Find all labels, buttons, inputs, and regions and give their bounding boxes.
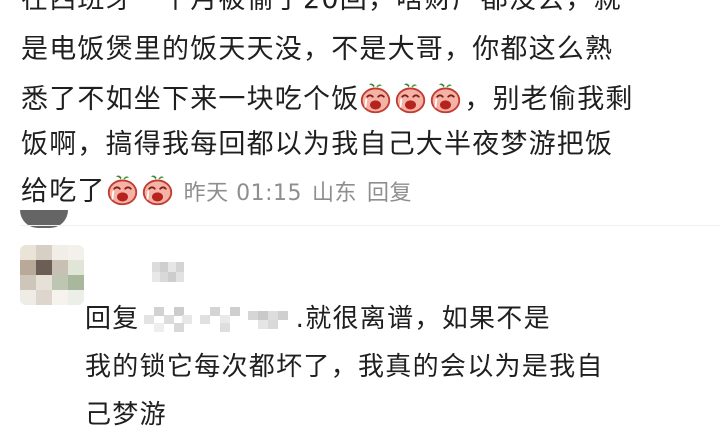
comment-meta: 昨天 01:15 山东 回复: [184, 181, 412, 206]
comment-location: 山东: [312, 181, 358, 206]
reply-prefix: 回复: [85, 304, 140, 334]
mention-redacted[interactable]: [143, 307, 192, 333]
comment-line-5: 给吃了 昨天 01:15 山东 回复: [21, 172, 412, 214]
comment-line-4: 饭啊，搞得我每回都以为我自己大半夜梦游把饭: [21, 129, 614, 160]
reply-separator: .: [295, 304, 306, 334]
reply-line-2: 我的锁它每次都坏了，我真的会以为是我自: [85, 352, 604, 382]
crying-face-icon: [359, 82, 392, 115]
comment-line-1: 在西班牙一个月被偷了20回，啥财产都没丢，就: [21, 0, 622, 20]
reply-line-1: 回复 .就很离谱，如果不是: [85, 299, 551, 339]
comment-line-3-tail: ，别老偷我剩: [464, 84, 634, 115]
divider: [20, 225, 720, 226]
crying-face-icon: [394, 82, 427, 115]
crying-face-icon: [141, 174, 174, 207]
comment-line-5-text: 给吃了: [21, 176, 106, 207]
username-redacted[interactable]: [152, 262, 184, 282]
reply-button[interactable]: 回复: [367, 181, 412, 206]
comment-line-3-text: 悉了不如坐下来一块吃个饭: [21, 84, 360, 115]
reply-line-3: 己梦游: [85, 400, 167, 430]
comment-time: 昨天 01:15: [183, 181, 303, 206]
reply-text-1: 就很离谱，如果不是: [305, 304, 551, 334]
mention-redacted[interactable]: [247, 307, 292, 333]
comment-line-2: 是电饭煲里的饭天天没，不是大哥，你都这么熟: [21, 34, 614, 65]
crying-face-icon: [106, 174, 139, 207]
avatar[interactable]: [20, 245, 84, 305]
comment-line-3: 悉了不如坐下来一块吃个饭 ，别老偷我剩: [21, 80, 634, 120]
mention-redacted[interactable]: [199, 307, 240, 333]
crying-face-icon: [429, 82, 462, 115]
